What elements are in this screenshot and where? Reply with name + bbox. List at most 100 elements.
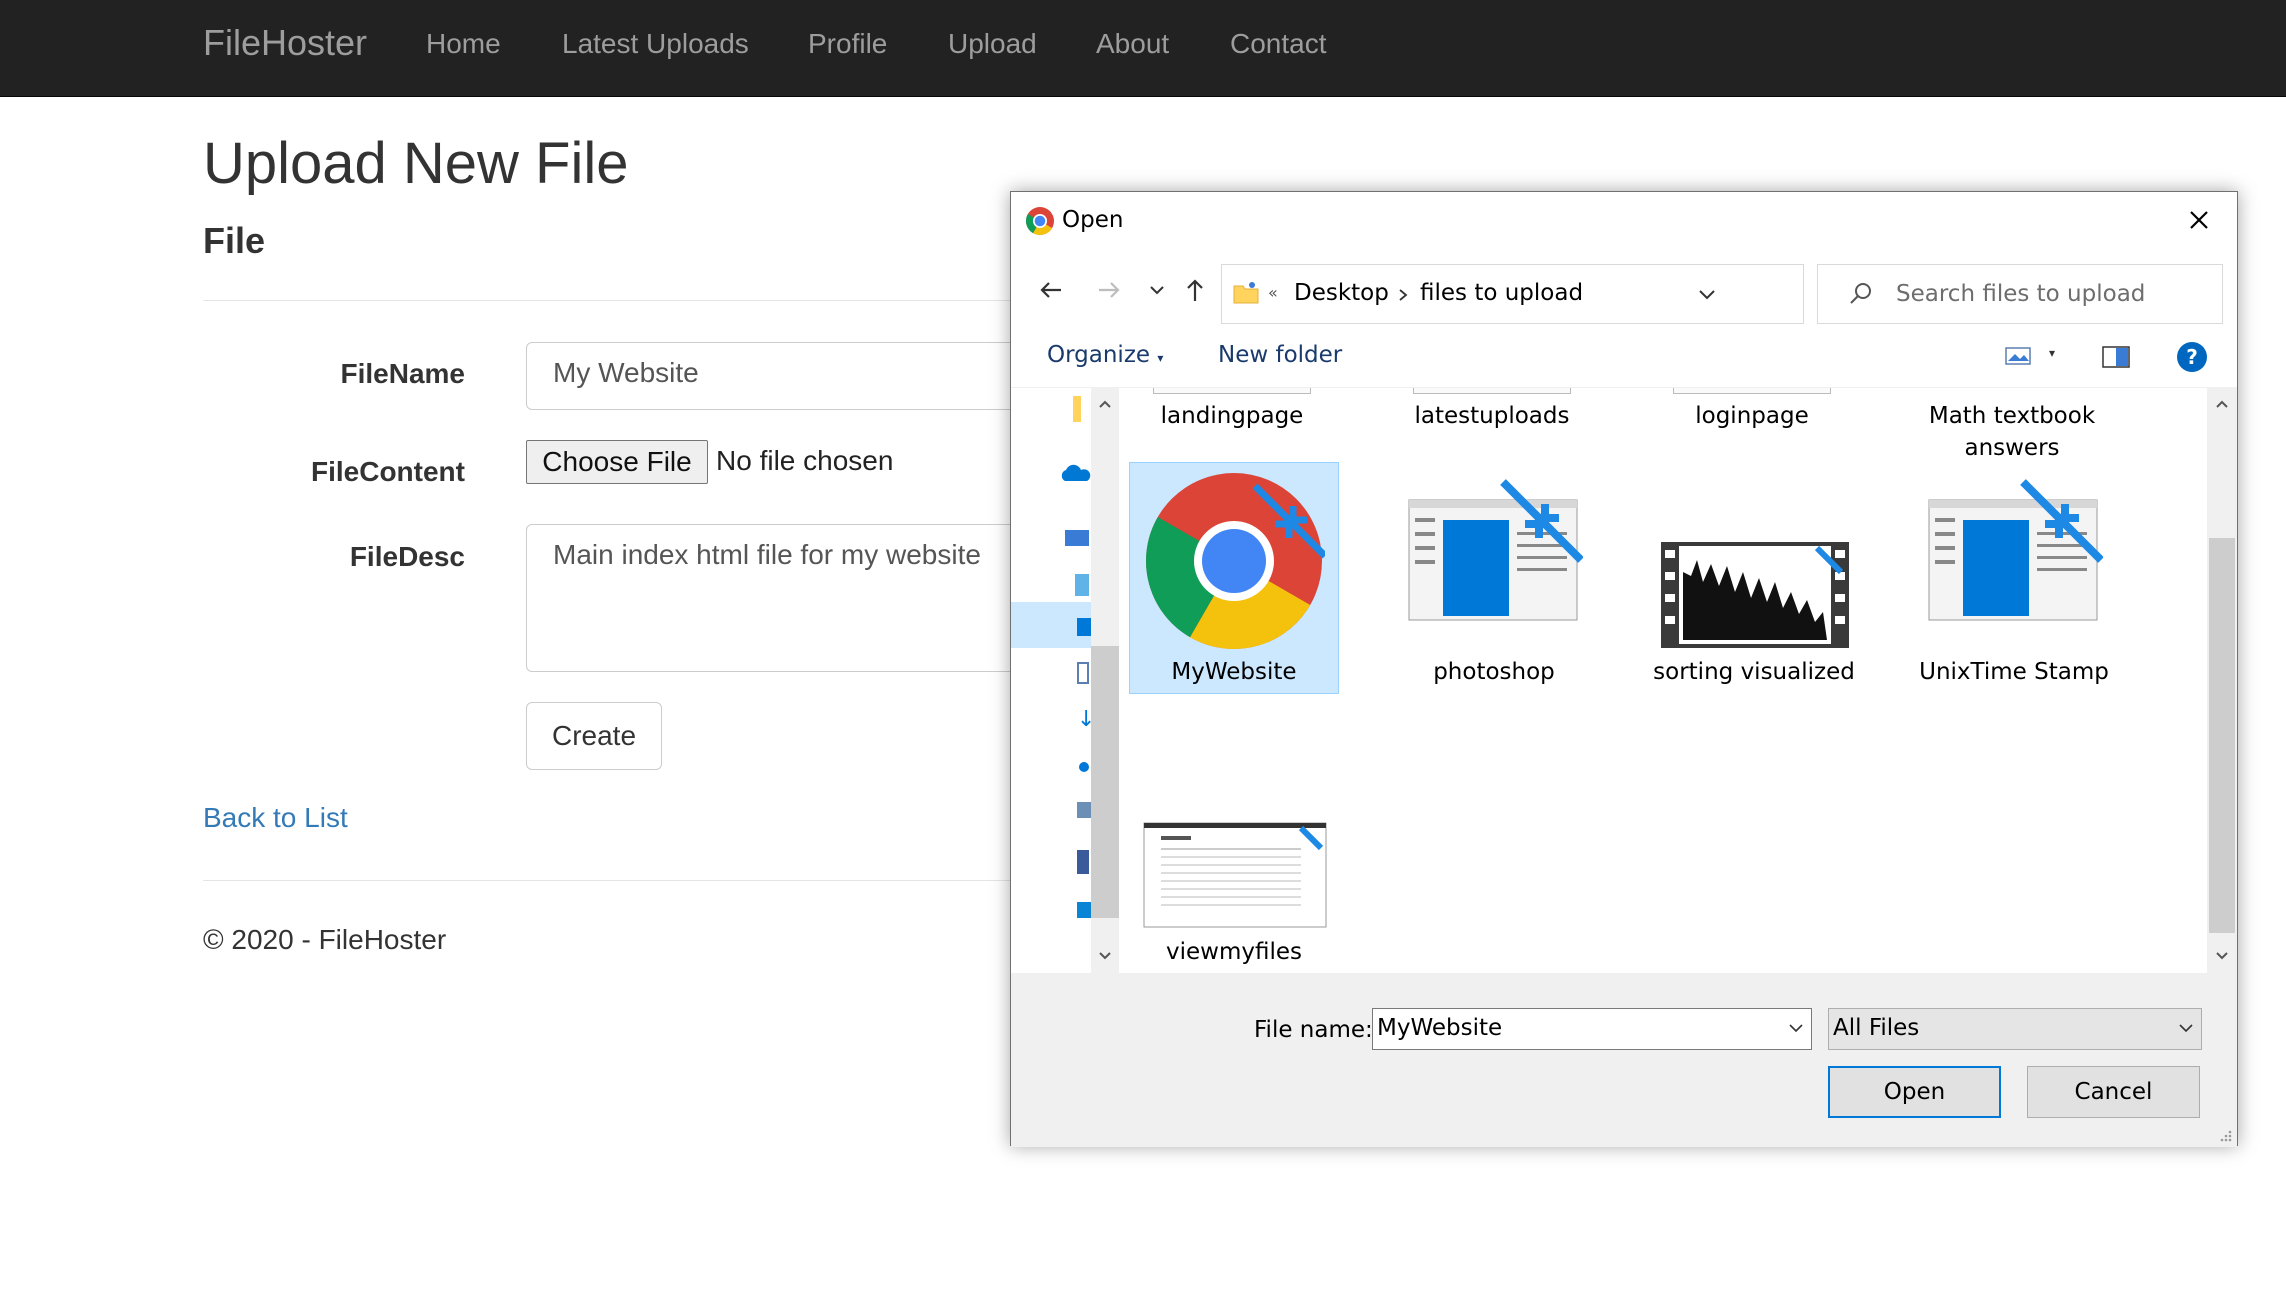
file-item-mywebsite[interactable]: MyWebsite — [1129, 462, 1339, 694]
filedesc-label: FileDesc — [349, 541, 465, 572]
create-button[interactable]: Create — [526, 702, 662, 770]
chrome-shortcut-icon — [1146, 473, 1325, 649]
scroll-up-icon[interactable] — [1097, 398, 1113, 410]
music-icon[interactable] — [1079, 762, 1089, 772]
resize-grip-icon[interactable] — [2217, 1127, 2233, 1143]
address-toolbar: « Desktop files to upload Search files t… — [1011, 252, 2237, 328]
address-bar[interactable]: « Desktop files to upload — [1221, 264, 1992, 324]
file-label: loginpage — [1695, 403, 1809, 429]
this-pc-icon[interactable] — [1065, 530, 1089, 546]
file-item-unixtime-stamp[interactable]: UnixTime Stamp — [1909, 462, 2119, 694]
app-shortcut-icon — [1408, 479, 1583, 621]
image-thumbnail-icon — [1143, 822, 1327, 928]
file-item-sorting-visualized[interactable]: sorting visualized — [1649, 462, 1859, 712]
organize-label: Organize — [1047, 342, 1151, 368]
breadcrumb-files-to-upload[interactable]: files to upload — [1420, 280, 1583, 306]
cancel-button[interactable]: Cancel — [2027, 1066, 2200, 1118]
dialog-footer: File name: MyWebsite All Files Open Canc… — [1011, 973, 2237, 1147]
nav-pane-scroll-thumb[interactable] — [1091, 646, 1119, 918]
file-item-viewmyfiles[interactable]: viewmyfiles — [1129, 808, 1339, 973]
local-disk-icon[interactable] — [1077, 902, 1091, 918]
preview-pane-icon[interactable] — [2101, 344, 2131, 370]
view-dropdown-icon[interactable]: ▾ — [2049, 346, 2055, 360]
recent-locations-chevron-icon[interactable] — [1147, 274, 1167, 306]
nav-profile[interactable]: Profile — [808, 28, 887, 60]
open-button[interactable]: Open — [1828, 1066, 2001, 1118]
file-label: latestuploads — [1414, 403, 1570, 429]
documents-icon[interactable] — [1077, 662, 1089, 684]
organize-dropdown-icon: ▾ — [1157, 351, 1164, 365]
file-item-loginpage[interactable]: loginpage — [1647, 388, 1857, 468]
help-icon[interactable]: ? — [2175, 340, 2209, 374]
navbar: FileHoster Home Latest Uploads Profile U… — [0, 0, 2286, 97]
chrome-icon — [1026, 207, 1054, 235]
nav-contact[interactable]: Contact — [1230, 28, 1327, 60]
file-label: sorting visualized — [1653, 659, 1855, 685]
brand-link[interactable]: FileHoster — [203, 22, 367, 64]
page-subtitle: File — [203, 220, 266, 261]
new-folder-button[interactable]: New folder — [1218, 342, 1342, 368]
search-placeholder: Search files to upload — [1896, 281, 2146, 307]
file-item-latestuploads[interactable]: latestuploads — [1387, 388, 1597, 468]
file-type-value: All Files — [1833, 1015, 1920, 1041]
onedrive-icon[interactable] — [1057, 462, 1091, 484]
open-file-dialog: Open « Desktop files to upload Search fi… — [1010, 191, 2238, 1147]
footer-text: © 2020 - FileHoster — [203, 924, 447, 955]
file-label: landingpage — [1160, 403, 1304, 429]
file-label: UnixTime Stamp — [1919, 659, 2109, 685]
file-label: Math textbook answers — [1928, 403, 2096, 461]
dialog-title: Open — [1062, 207, 1124, 233]
search-input[interactable]: Search files to upload — [1817, 264, 2223, 324]
pictures-icon[interactable] — [1077, 802, 1091, 818]
dialog-body: ↓ landingpage latestuploads loginpage Ma… — [1011, 388, 2237, 973]
folder-icon — [1233, 282, 1259, 304]
video-thumbnail-icon — [1661, 542, 1849, 648]
nav-about[interactable]: About — [1096, 28, 1169, 60]
address-dropdown-icon[interactable] — [1696, 285, 1718, 305]
file-label: photoshop — [1433, 659, 1555, 685]
chevron-down-icon — [2179, 1024, 2193, 1033]
svg-text:?: ? — [2186, 345, 2198, 369]
breadcrumb-desktop[interactable]: Desktop — [1294, 280, 1389, 306]
file-list-scroll-thumb[interactable] — [2209, 538, 2235, 933]
back-arrow-icon[interactable] — [1035, 274, 1067, 306]
quick-access-folder-icon[interactable] — [1073, 396, 1081, 422]
file-list: landingpage latestuploads loginpage Math… — [1119, 388, 2211, 973]
view-options-icon[interactable] — [2004, 344, 2034, 370]
videos-icon[interactable] — [1077, 850, 1089, 874]
image-thumbnail-icon — [1153, 388, 1311, 394]
file-type-select[interactable]: All Files — [1828, 1008, 2202, 1050]
nav-latest-uploads[interactable]: Latest Uploads — [562, 28, 749, 60]
forward-arrow-icon[interactable] — [1093, 274, 1125, 306]
app-shortcut-icon — [1928, 479, 2103, 621]
file-name-label: File name: — [1254, 1017, 1373, 1043]
3d-objects-icon[interactable] — [1075, 574, 1089, 596]
desktop-folder-icon[interactable] — [1077, 618, 1091, 636]
file-item-landingpage[interactable]: landingpage — [1127, 388, 1337, 468]
filecontent-label: FileContent — [311, 456, 465, 487]
organize-button[interactable]: Organize ▾ — [1047, 342, 1163, 368]
dialog-titlebar: Open — [1011, 192, 2237, 252]
file-label: MyWebsite — [1171, 659, 1297, 685]
search-icon — [1850, 283, 1871, 304]
image-thumbnail-icon — [1413, 388, 1571, 394]
up-arrow-icon[interactable] — [1179, 274, 1211, 306]
choose-file-button[interactable]: Choose File — [526, 440, 708, 484]
close-icon[interactable] — [2179, 200, 2219, 240]
navigation-pane[interactable]: ↓ — [1011, 388, 1119, 973]
file-name-input[interactable]: MyWebsite — [1372, 1008, 1812, 1050]
nav-home[interactable]: Home — [426, 28, 501, 60]
scroll-up-icon[interactable] — [2214, 398, 2230, 410]
file-name-value: MyWebsite — [1377, 1015, 1503, 1041]
page-title: Upload New File — [203, 131, 629, 196]
chevron-down-icon[interactable] — [1787, 1021, 1805, 1037]
back-to-list-link[interactable]: Back to List — [203, 802, 348, 834]
downloads-icon[interactable]: ↓ — [1077, 709, 1095, 731]
nav-upload[interactable]: Upload — [948, 28, 1037, 60]
scroll-down-icon[interactable] — [2214, 950, 2230, 962]
image-thumbnail-icon — [1673, 388, 1831, 394]
breadcrumb-overflow-icon[interactable]: « — [1268, 283, 1278, 302]
scroll-down-icon[interactable] — [1097, 950, 1113, 962]
file-item-photoshop[interactable]: photoshop — [1389, 462, 1599, 694]
command-toolbar: Organize ▾ New folder ▾ ? — [1011, 328, 2237, 388]
